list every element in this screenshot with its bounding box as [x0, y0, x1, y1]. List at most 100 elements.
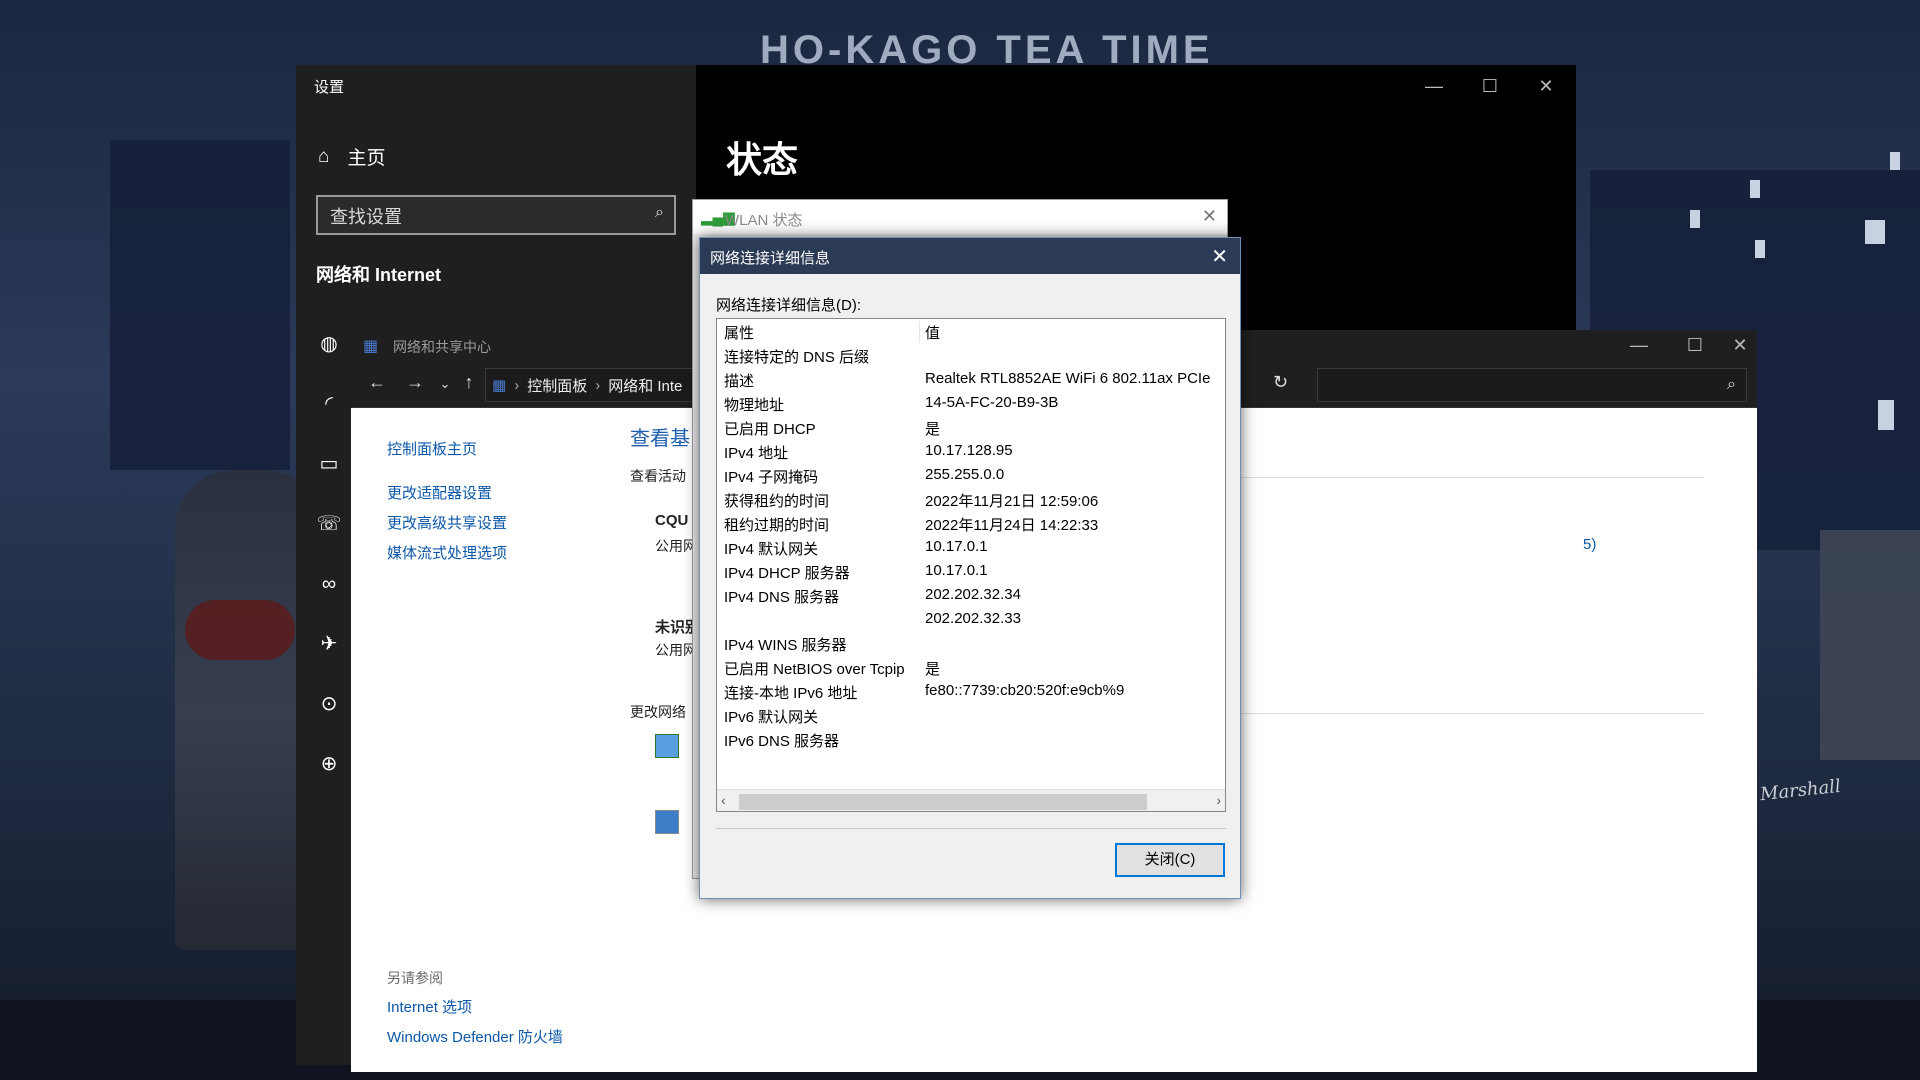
table-row[interactable]: 物理地址 14-5A-FC-20-B9-3B — [717, 391, 1225, 415]
network-type: 公用网 — [655, 642, 697, 658]
details-list-label: 网络连接详细信息(D): — [716, 297, 861, 314]
ethernet-icon[interactable]: ▭ — [312, 447, 346, 481]
control-panel-home-link[interactable]: 控制面板主页 — [387, 438, 477, 459]
close-icon[interactable]: ✕ — [1723, 330, 1757, 360]
settings-page-title: 状态 — [726, 139, 799, 180]
row-value: 2022年11月24日 14:22:33 — [925, 517, 1099, 534]
row-value: 255.255.0.0 — [925, 466, 1005, 483]
breadcrumb-item[interactable]: 控制面板 — [527, 375, 587, 396]
settings-search-input[interactable]: 查找设置 ⌕ — [316, 195, 676, 235]
details-list[interactable]: 属性 值 连接特定的 DNS 后缀 描述 Realtek RTL8852AE WiF… — [716, 318, 1226, 812]
wallpaper-amp-brand: Marshall — [1759, 775, 1842, 806]
change-adapter-link[interactable]: 更改适配器设置 — [387, 482, 492, 503]
maximize-icon[interactable]: ☐ — [1462, 71, 1518, 101]
settings-search-placeholder: 查找设置 — [330, 207, 402, 227]
connection-link-fragment[interactable]: 5) — [1583, 536, 1596, 553]
table-row[interactable]: IPv6 DNS 服务器 — [717, 727, 1225, 751]
scroll-right-icon[interactable]: › — [1216, 792, 1221, 808]
internet-options-link[interactable]: Internet 选项 — [387, 996, 472, 1017]
settings-section-title: 网络和 Internet — [316, 265, 442, 285]
settings-window-title: 设置 — [314, 79, 345, 96]
troubleshoot-icon[interactable] — [655, 810, 679, 834]
search-icon: ⌕ — [655, 204, 664, 221]
refresh-icon[interactable]: ↻ — [1273, 372, 1288, 393]
wallpaper-window-light — [1878, 400, 1894, 430]
maximize-icon[interactable]: ☐ — [1667, 330, 1723, 360]
table-row[interactable]: 连接-本地 IPv6 地址 fe80::7739:cb20:520f:e9cb%9 — [717, 679, 1225, 703]
row-value: 是 — [925, 661, 941, 678]
column-separator[interactable] — [919, 321, 920, 343]
home-icon: ⌂ — [318, 145, 330, 167]
wallpaper-building — [110, 140, 290, 470]
globe-status-icon[interactable]: ◍ — [312, 327, 346, 361]
nsc-search-input[interactable]: ⌕ — [1317, 368, 1747, 402]
divider — [716, 828, 1226, 829]
active-networks-label: 查看活动 — [630, 468, 686, 484]
wifi-icon[interactable]: ◜ — [312, 387, 346, 421]
settings-home-label: 主页 — [347, 148, 386, 169]
settings-home-link[interactable]: ⌂ 主页 — [318, 143, 386, 170]
breadcrumb-chevron-icon: › — [595, 376, 601, 394]
row-property: IPv4 地址 — [724, 445, 789, 462]
close-icon[interactable]: ✕ — [1211, 244, 1228, 269]
airplane-icon[interactable]: ✈ — [312, 627, 346, 661]
advanced-sharing-link[interactable]: 更改高级共享设置 — [387, 512, 507, 533]
vpn-icon[interactable]: ∞ — [312, 567, 346, 601]
column-header-property[interactable]: 属性 — [724, 322, 754, 343]
search-icon: ⌕ — [1727, 376, 1736, 393]
scroll-left-icon[interactable]: ‹ — [721, 792, 726, 808]
wallpaper-window-light — [1890, 152, 1900, 170]
breadcrumb-chevron-icon: › — [514, 376, 520, 394]
row-property: 已启用 NetBIOS over Tcpip — [724, 661, 905, 678]
wallpaper-guitar — [185, 600, 295, 660]
row-value: 2022年11月21日 12:59:06 — [925, 493, 1099, 510]
forward-arrow-icon[interactable]: → — [401, 372, 429, 393]
wallpaper-window-light — [1755, 240, 1765, 258]
horizontal-scrollbar[interactable]: ‹ › — [717, 789, 1225, 811]
column-header-value[interactable]: 值 — [925, 322, 940, 343]
wlan-titlebar: ▂▄▆ WLAN 状态 ✕ — [693, 200, 1227, 234]
list-header: 属性 值 — [717, 319, 1225, 343]
table-row[interactable]: 202.202.32.33 — [717, 607, 1225, 631]
media-streaming-link[interactable]: 媒体流式处理选项 — [387, 542, 507, 563]
nsc-window-title: 网络和共享中心 — [393, 339, 491, 355]
close-button[interactable]: 关闭(C) — [1115, 843, 1225, 877]
row-value: 14-5A-FC-20-B9-3B — [925, 394, 1059, 411]
table-row[interactable]: IPv4 地址 10.17.128.95 — [717, 439, 1225, 463]
table-row[interactable]: 描述 Realtek RTL8852AE WiFi 6 802.11ax PCIe — [717, 367, 1225, 391]
up-arrow-icon[interactable]: ↑ — [455, 372, 483, 393]
close-icon[interactable]: ✕ — [1202, 206, 1217, 227]
breadcrumb-item[interactable]: 网络和 Inte — [608, 375, 682, 396]
row-property: 获得租约的时间 — [724, 493, 830, 510]
scrollbar-thumb[interactable] — [739, 794, 1147, 810]
proxy-icon[interactable]: ⊕ — [312, 747, 346, 781]
minimize-icon[interactable]: — — [1406, 71, 1462, 101]
row-property: IPv4 子网掩码 — [724, 469, 819, 486]
row-value: Realtek RTL8852AE WiFi 6 802.11ax PCIe — [925, 370, 1211, 387]
table-row[interactable]: IPv6 默认网关 — [717, 703, 1225, 727]
table-row[interactable]: IPv4 默认网关 10.17.0.1 — [717, 535, 1225, 559]
close-icon[interactable]: ✕ — [1518, 71, 1574, 101]
new-connection-icon[interactable] — [655, 734, 679, 758]
row-value: 202.202.32.34 — [925, 586, 1021, 603]
row-property: IPv4 DHCP 服务器 — [724, 565, 850, 582]
back-arrow-icon[interactable]: ← — [363, 372, 391, 393]
dialup-icon[interactable]: ☏ — [312, 507, 346, 541]
hotspot-icon[interactable]: ⊙ — [312, 687, 346, 721]
minimize-icon[interactable]: — — [1611, 330, 1667, 360]
row-value: 是 — [925, 421, 941, 438]
defender-firewall-link[interactable]: Windows Defender 防火墙 — [387, 1026, 563, 1047]
table-row[interactable]: IPv4 子网掩码 255.255.0.0 — [717, 463, 1225, 487]
table-row[interactable]: 租约过期的时间 2022年11月24日 14:22:33 — [717, 511, 1225, 535]
row-value: 10.17.128.95 — [925, 442, 1013, 459]
table-row[interactable]: IPv4 DNS 服务器 202.202.32.34 — [717, 583, 1225, 607]
table-row[interactable]: 已启用 NetBIOS over Tcpip 是 — [717, 655, 1225, 679]
details-titlebar: 网络连接详细信息 ✕ — [700, 238, 1240, 274]
table-row[interactable]: 获得租约的时间 2022年11月21日 12:59:06 — [717, 487, 1225, 511]
table-row[interactable]: IPv4 DHCP 服务器 10.17.0.1 — [717, 559, 1225, 583]
table-row[interactable]: 已启用 DHCP 是 — [717, 415, 1225, 439]
details-window-title: 网络连接详细信息 — [710, 250, 831, 267]
table-row[interactable]: 连接特定的 DNS 后缀 — [717, 343, 1225, 367]
table-row[interactable]: IPv4 WINS 服务器 — [717, 631, 1225, 655]
control-panel-icon: ▦ — [492, 377, 507, 394]
